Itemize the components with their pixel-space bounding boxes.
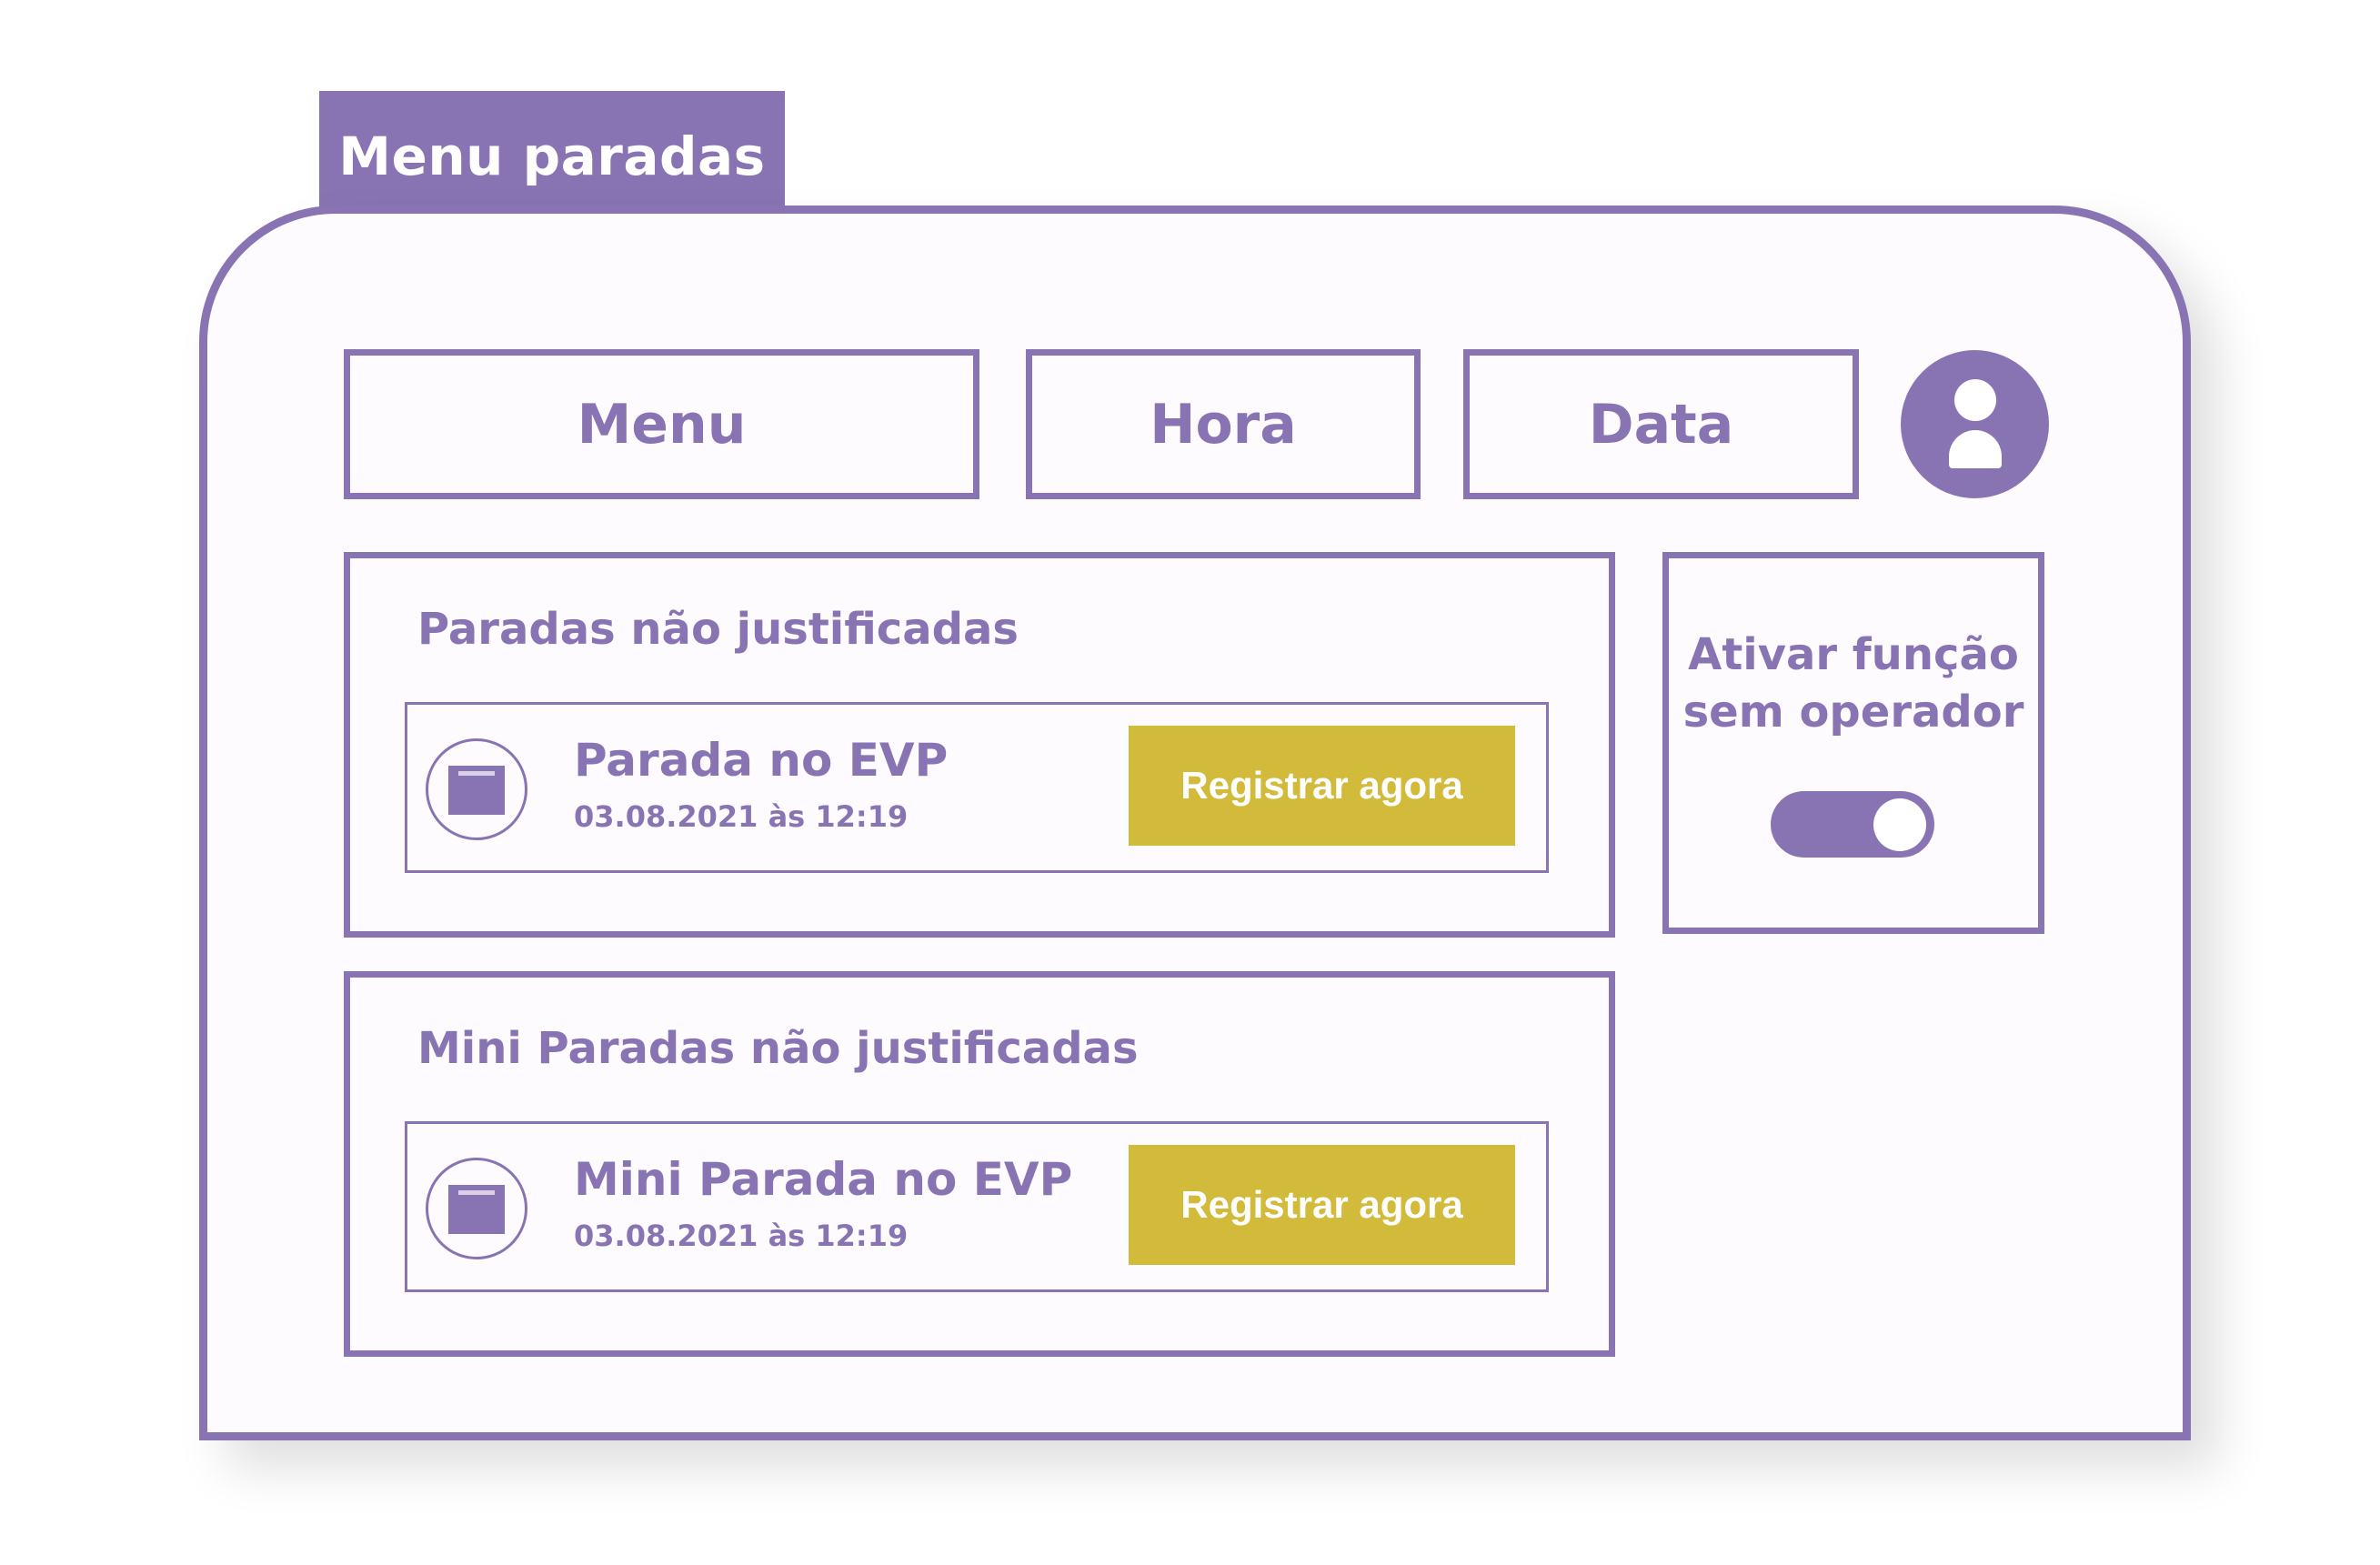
parada-item-card: Parada no EVP 03.08.2021 às 12:19 Regist… [405,702,1549,873]
paradas-panel-title: Paradas não justificadas [417,604,1019,655]
operator-toggle-label-line2: sem operador [1682,687,2024,737]
data-button[interactable]: Data [1463,349,1859,499]
operator-toggle-label-line1: Ativar função [1688,629,2019,680]
mini-paradas-panel-title: Mini Paradas não justificadas [417,1023,1139,1074]
avatar-body-shape [1949,430,2002,468]
parada-item-timestamp: 03.08.2021 às 12:19 [574,799,909,834]
paradas-panel: Paradas não justificadas Parada no EVP 0… [344,552,1615,938]
register-mini-parada-button[interactable]: Registrar agora [1129,1145,1515,1265]
avatar-head-shape [1954,379,1996,421]
operator-panel: Ativar função sem operador [1662,552,2044,934]
box-icon [426,1158,527,1259]
hora-button[interactable]: Hora [1026,349,1421,499]
operator-toggle-switch[interactable] [1771,791,1934,858]
register-parada-button[interactable]: Registrar agora [1129,726,1515,846]
box-icon [426,738,527,840]
mini-parada-item-title: Mini Parada no EVP [574,1153,1073,1206]
operator-toggle-label: Ativar função sem operador [1669,627,2038,741]
menu-button[interactable]: Menu [344,349,979,499]
mini-paradas-panel: Mini Paradas não justificadas Mini Parad… [344,971,1615,1357]
user-avatar-icon[interactable] [1901,350,2049,498]
parada-item-title: Parada no EVP [574,734,949,787]
mini-parada-item-card: Mini Parada no EVP 03.08.2021 às 12:19 R… [405,1121,1549,1292]
mini-parada-item-timestamp: 03.08.2021 às 12:19 [574,1219,909,1253]
toggle-knob [1873,798,1926,851]
window-tab-title: Menu paradas [319,91,785,221]
